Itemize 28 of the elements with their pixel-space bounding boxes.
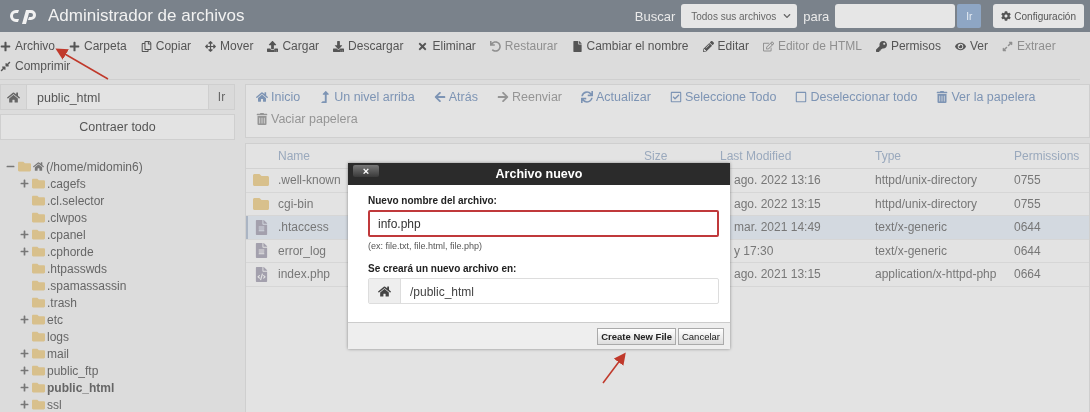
file-name: error_log: [277, 243, 327, 258]
permissions-cell-text: 0644: [1013, 243, 1041, 258]
type-cell-text: application/x-httpd-php: [874, 267, 997, 282]
modified-cell-text: ago. 2022 13:15: [733, 196, 821, 211]
dialog-title: Archivo nuevo: [495, 167, 583, 181]
type-cell-text: httpd/unix-directory: [874, 173, 978, 188]
for-label: para: [803, 8, 830, 24]
file-name: index.php: [277, 267, 331, 282]
directory-path: /public_html: [409, 284, 476, 301]
modified-cell-text: y 17:30: [733, 243, 774, 258]
permissions-cell-text: 0664: [1013, 267, 1041, 282]
modified-cell-text: ago. 2022 13:16: [733, 173, 821, 188]
page-title: Administrador de archivos: [48, 6, 246, 26]
modified-cell-text: mar. 2021 14:49: [733, 220, 821, 235]
permissions-cell-text: 0755: [1013, 196, 1041, 211]
modified-cell-text: ago. 2021 13:15: [733, 267, 821, 282]
permissions-cell-text: 0755: [1013, 173, 1041, 188]
file-name: cgi-bin: [277, 196, 314, 211]
type-cell-text: text/x-generic: [874, 243, 948, 258]
field-label: Nuevo nombre del archivo:: [368, 195, 498, 206]
type-cell-text: text/x-generic: [874, 220, 948, 235]
search-label: Buscar: [634, 8, 676, 24]
type-cell-text: httpd/unix-directory: [874, 196, 978, 211]
field-hint: (ex: file.txt, file.html, file.php): [368, 241, 484, 251]
file-name: .well-known: [277, 173, 341, 188]
permissions-cell-text: 0644: [1013, 220, 1041, 235]
file-name: .htaccess: [277, 220, 329, 235]
field-label: Se creará un nuevo archivo en:: [368, 263, 518, 274]
